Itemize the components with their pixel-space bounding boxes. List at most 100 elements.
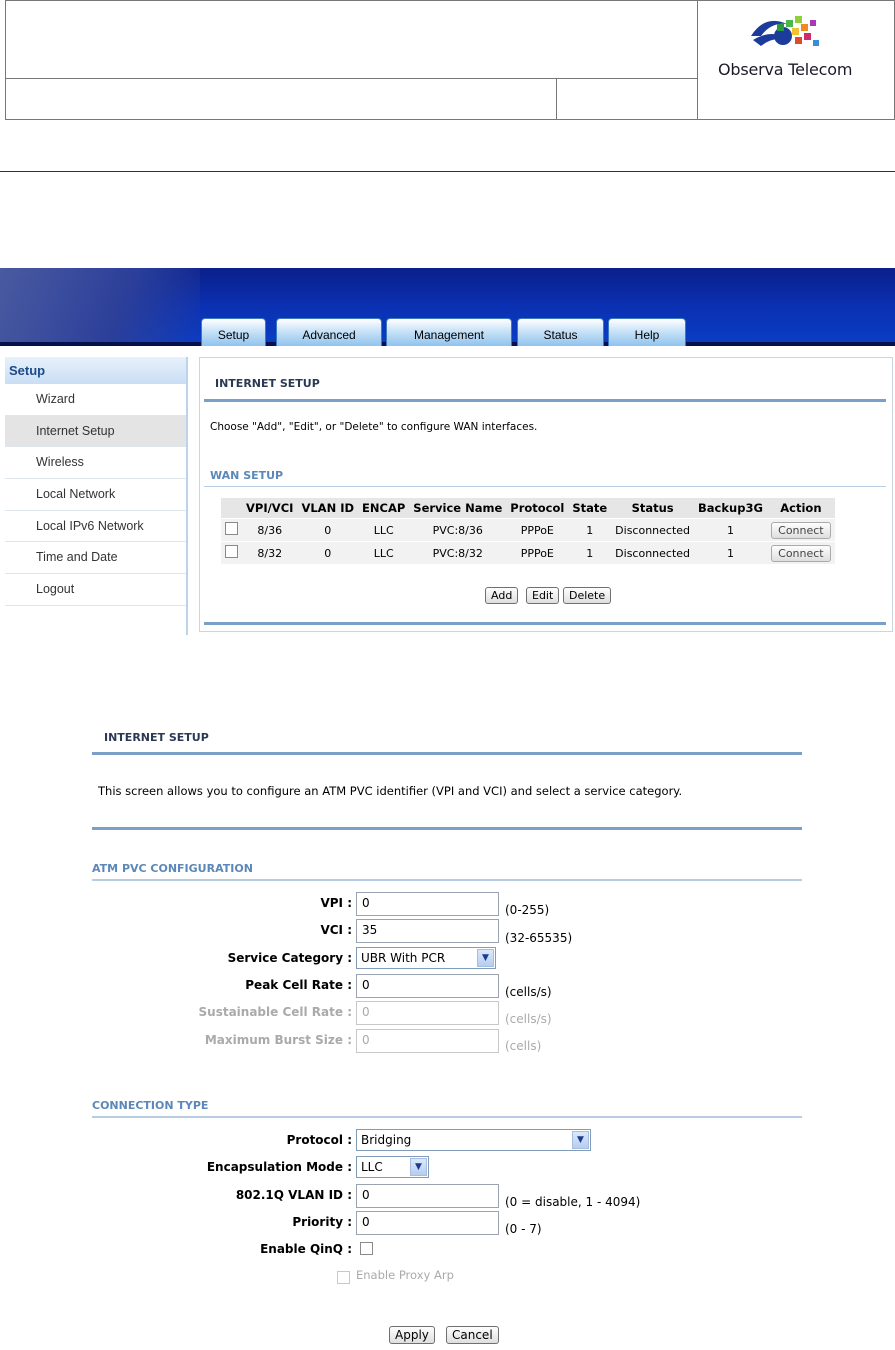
- tab-setup[interactable]: Setup: [201, 318, 266, 346]
- chevron-down-icon: ▼: [572, 1131, 589, 1149]
- encapsulation-select[interactable]: LLC ▼: [356, 1156, 429, 1178]
- connect-button[interactable]: Connect: [770, 544, 831, 562]
- priority-label: Priority :: [292, 1215, 352, 1229]
- state-cell: 1: [568, 541, 612, 564]
- column-header: State: [568, 498, 612, 518]
- enable-proxy-arp-label: Enable Proxy Arp: [356, 1268, 454, 1282]
- vci-input[interactable]: 35: [356, 919, 499, 943]
- apply-button[interactable]: Apply: [389, 1326, 435, 1344]
- protocol-label: Protocol :: [286, 1133, 352, 1147]
- tab-status[interactable]: Status: [517, 318, 604, 346]
- max-burst-size-hint: (cells): [505, 1039, 542, 1053]
- backup3g-cell: 1: [694, 541, 767, 564]
- column-header: Service Name: [409, 498, 507, 518]
- protocol-value: Bridging: [361, 1133, 412, 1147]
- sustainable-cell-rate-label: Sustainable Cell Rate :: [198, 1005, 352, 1019]
- vci-label: VCI :: [320, 923, 352, 937]
- vlan-id-cell: 0: [297, 518, 359, 541]
- observa-logo-icon: [751, 16, 819, 46]
- peak-cell-rate-input[interactable]: 0: [356, 974, 499, 998]
- column-header: Protocol: [506, 498, 569, 518]
- tab-management[interactable]: Management: [386, 318, 512, 346]
- sidebar-item-logout[interactable]: Logout: [5, 574, 186, 606]
- sidebar: Setup Wizard Internet Setup Wireless Loc…: [5, 357, 188, 635]
- max-burst-size-label: Maximum Burst Size :: [204, 1033, 352, 1047]
- priority-input[interactable]: 0: [356, 1211, 499, 1235]
- section-title: INTERNET SETUP: [215, 377, 320, 390]
- enable-qinq-checkbox[interactable]: [360, 1242, 373, 1255]
- peak-cell-rate-hint: (cells/s): [505, 985, 552, 999]
- encap-cell: LLC: [358, 541, 410, 564]
- vpi-vci-cell: 8/32: [242, 541, 298, 564]
- backup3g-cell: 1: [694, 518, 767, 541]
- intro-text: Choose "Add", "Edit", or "Delete" to con…: [210, 421, 538, 433]
- chevron-down-icon: ▼: [410, 1158, 427, 1176]
- vlan-id-hint: (0 = disable, 1 - 4094): [505, 1195, 641, 1209]
- tab-help[interactable]: Help: [608, 318, 686, 346]
- header-cell: [6, 79, 557, 120]
- encapsulation-value: LLC: [361, 1160, 383, 1174]
- column-header: Status: [611, 498, 695, 518]
- sustainable-cell-rate-input[interactable]: 0: [356, 1001, 499, 1025]
- max-burst-size-input[interactable]: 0: [356, 1029, 499, 1053]
- service-category-select[interactable]: UBR With PCR ▼: [356, 947, 496, 969]
- sidebar-item-time-and-date[interactable]: Time and Date: [5, 542, 186, 575]
- row-select-checkbox[interactable]: [225, 522, 238, 535]
- vci-hint: (32-65535): [505, 931, 573, 945]
- sidebar-item-internet-setup[interactable]: Internet Setup: [5, 415, 186, 448]
- sustainable-cell-rate-hint: (cells/s): [505, 1012, 552, 1026]
- protocol-cell: PPPoE: [506, 541, 569, 564]
- delete-button[interactable]: Delete: [563, 587, 612, 604]
- column-header: VLAN ID: [297, 498, 359, 518]
- state-cell: 1: [568, 518, 612, 541]
- header-cell: [557, 79, 698, 120]
- router-screenshot-wan: Setup Advanced Management Status Help Se…: [0, 268, 895, 635]
- section-title: INTERNET SETUP: [104, 731, 209, 744]
- edit-button[interactable]: Edit: [526, 587, 560, 604]
- status-cell: Disconnected: [611, 541, 695, 564]
- row-select-checkbox[interactable]: [225, 545, 238, 558]
- protocol-select[interactable]: Bridging ▼: [356, 1129, 591, 1151]
- connect-button[interactable]: Connect: [770, 521, 831, 539]
- vpi-input[interactable]: 0: [356, 892, 499, 916]
- document-page: Observa Telecom Setup Advanced Managemen…: [0, 0, 895, 1350]
- service-category-value: UBR With PCR: [361, 951, 446, 965]
- atm-pvc-title: ATM PVC CONFIGURATION: [92, 862, 253, 875]
- protocol-cell: PPPoE: [506, 518, 569, 541]
- enable-qinq-label: Enable QinQ :: [260, 1242, 352, 1256]
- sidebar-item-local-network[interactable]: Local Network: [5, 479, 186, 511]
- internet-setup-panel: INTERNET SETUP Choose "Add", "Edit", or …: [199, 357, 893, 632]
- enable-proxy-arp-checkbox[interactable]: [337, 1271, 350, 1284]
- priority-hint: (0 - 7): [505, 1222, 542, 1236]
- logo-text: Observa Telecom: [718, 60, 853, 79]
- vlan-id-cell: 0: [297, 541, 359, 564]
- intro-text: This screen allows you to configure an A…: [98, 784, 683, 798]
- sidebar-item-wireless[interactable]: Wireless: [5, 447, 186, 480]
- sidebar-item-wizard[interactable]: Wizard: [5, 384, 186, 416]
- sidebar-item-local-ipv6-network[interactable]: Local IPv6 Network: [5, 511, 186, 543]
- wan-table: VPI/VCI VLAN ID ENCAP Service Name Proto…: [221, 498, 835, 564]
- column-header: [221, 498, 242, 518]
- encapsulation-label: Encapsulation Mode :: [206, 1160, 352, 1174]
- column-header: Backup3G: [694, 498, 767, 518]
- tab-advanced[interactable]: Advanced: [276, 318, 382, 346]
- add-button[interactable]: Add: [485, 587, 519, 604]
- router-screenshot-atm-pvc: INTERNET SETUP This screen allows you to…: [92, 720, 804, 1350]
- table-header-row: VPI/VCI VLAN ID ENCAP Service Name Proto…: [221, 498, 835, 518]
- service-category-label: Service Category :: [227, 951, 352, 965]
- service-name-cell: PVC:8/32: [409, 541, 507, 564]
- vpi-vci-cell: 8/36: [242, 518, 298, 541]
- vpi-label: VPI :: [320, 896, 352, 910]
- chevron-down-icon: ▼: [477, 949, 494, 967]
- connection-type-title: CONNECTION TYPE: [92, 1099, 209, 1112]
- sidebar-heading: Setup: [5, 357, 186, 384]
- status-cell: Disconnected: [611, 518, 695, 541]
- table-row: 8/36 0 LLC PVC:8/36 PPPoE 1 Disconnected…: [221, 518, 835, 541]
- cancel-button[interactable]: Cancel: [446, 1326, 499, 1344]
- header-cell: [698, 79, 894, 120]
- column-header: Action: [766, 498, 835, 518]
- peak-cell-rate-label: Peak Cell Rate :: [245, 978, 352, 992]
- column-header: VPI/VCI: [242, 498, 298, 518]
- vlan-id-input[interactable]: 0: [356, 1184, 499, 1208]
- header-rule: [0, 171, 895, 172]
